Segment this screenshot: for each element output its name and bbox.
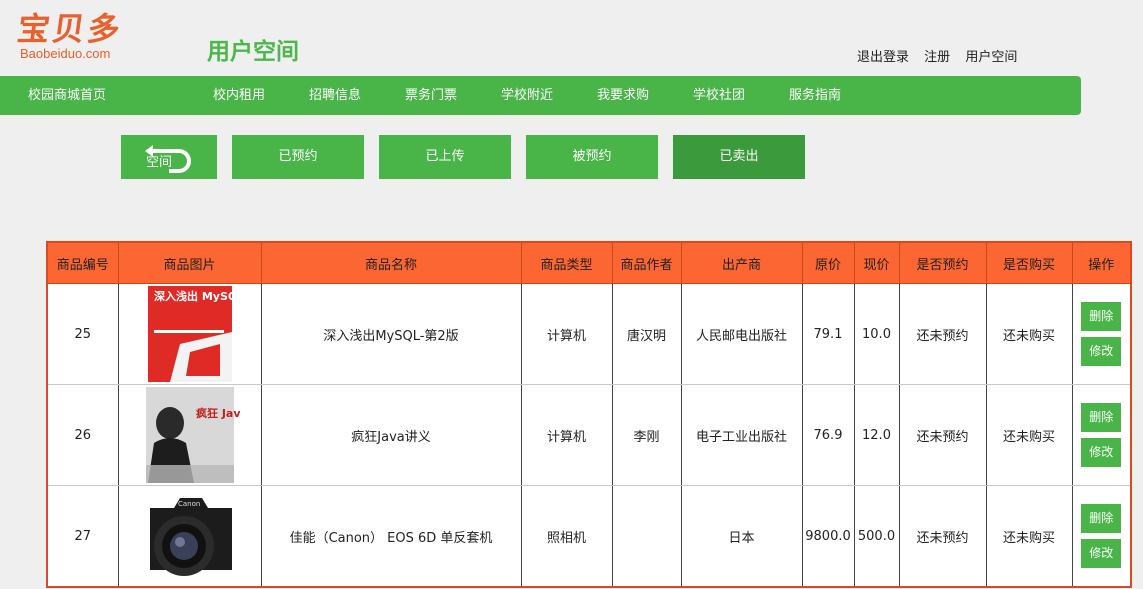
cell-orig-price: 9800.0 (801, 485, 855, 588)
tab-sold[interactable]: 已卖出 (673, 135, 805, 179)
logout-link[interactable]: 退出登录 (857, 50, 909, 65)
nav-tickets[interactable]: 票务门票 (405, 76, 457, 115)
header-maker: 出产商 (680, 241, 803, 284)
nav-home[interactable]: 校园商城首页 (28, 76, 106, 115)
mysql-book-cover-image: 深入浅出 MySQL (139, 284, 240, 384)
cell-reserved: 还未预约 (898, 485, 987, 588)
cell-maker: 人民邮电出版社 (680, 283, 803, 385)
nav-service-guide[interactable]: 服务指南 (789, 76, 841, 115)
header-actions: 操作 (1071, 241, 1132, 284)
cell-maker: 电子工业出版社 (680, 384, 803, 486)
cell-author (611, 485, 682, 588)
cell-price: 500.0 (853, 485, 900, 588)
cell-name: 深入浅出MySQL-第2版 (260, 283, 522, 385)
cell-reserved: 还未预约 (898, 283, 987, 385)
cell-maker: 日本 (680, 485, 803, 588)
header-price: 现价 (853, 241, 900, 284)
cell-orig-price: 79.1 (801, 283, 855, 385)
top-links: 退出登录 注册 用户空间 (857, 46, 1028, 65)
delete-button[interactable]: 删除 (1081, 302, 1122, 331)
edit-button[interactable]: 修改 (1081, 438, 1122, 467)
svg-text:疯狂 Java讲义: 疯狂 Java讲义 (196, 406, 240, 420)
cell-id: 25 (46, 283, 119, 385)
nav-wanted[interactable]: 我要求购 (597, 76, 649, 115)
cell-orig-price: 76.9 (801, 384, 855, 486)
cell-id: 27 (46, 485, 119, 588)
cell-actions: 删除 修改 (1071, 384, 1132, 486)
java-book-cover-image: 疯狂 Java讲义 (139, 385, 240, 485)
header-orig-price: 原价 (801, 241, 855, 284)
header-id: 商品编号 (46, 241, 119, 284)
svg-text:深入浅出 MySQL: 深入浅出 MySQL (154, 289, 240, 303)
logo-english-text: Baobeiduo.com (20, 46, 111, 61)
header-reserved: 是否预约 (898, 241, 987, 284)
logo-chinese-text: 宝贝多 (15, 10, 126, 48)
header-image: 商品图片 (117, 241, 262, 284)
site-logo[interactable]: 宝贝多 Baobeiduo.com (15, 4, 148, 61)
cell-author: 李刚 (611, 384, 682, 486)
cell-actions: 删除 修改 (1071, 485, 1132, 588)
cell-price: 10.0 (853, 283, 900, 385)
header-bought: 是否购买 (985, 241, 1073, 284)
cell-type: 计算机 (520, 384, 613, 486)
nav-clubs[interactable]: 学校社团 (693, 76, 745, 115)
tab-being-reserved[interactable]: 被预约 (526, 135, 658, 179)
cell-name: 佳能（Canon） EOS 6D 单反套机 (260, 485, 522, 588)
nav-nearby[interactable]: 学校附近 (501, 76, 553, 115)
header-name: 商品名称 (260, 241, 522, 284)
goods-table: 商品编号 商品图片 商品名称 商品类型 商品作者 出产商 原价 现价 是否预约 … (46, 241, 1132, 588)
table-header-row: 商品编号 商品图片 商品名称 商品类型 商品作者 出产商 原价 现价 是否预约 … (46, 241, 1132, 284)
header-author: 商品作者 (611, 241, 682, 284)
cell-bought: 还未购买 (985, 283, 1073, 385)
nav-jobs[interactable]: 招聘信息 (309, 76, 361, 115)
svg-text:Canon: Canon (178, 500, 200, 508)
header-type: 商品类型 (520, 241, 613, 284)
cell-id: 26 (46, 384, 119, 486)
cell-bought: 还未购买 (985, 384, 1073, 486)
back-button-label: 空间 (146, 155, 173, 170)
tab-uploaded[interactable]: 已上传 (379, 135, 511, 179)
cell-author: 唐汉明 (611, 283, 682, 385)
cell-price: 12.0 (853, 384, 900, 486)
table-row: 27 Canon 佳能（Canon） EOS 6D 单反套机 照相机 日本 98… (46, 485, 1132, 588)
cell-bought: 还未购买 (985, 485, 1073, 588)
edit-button[interactable]: 修改 (1081, 337, 1122, 366)
canon-camera-image: Canon (139, 486, 240, 586)
register-link[interactable]: 注册 (924, 50, 950, 65)
cell-name: 疯狂Java讲义 (260, 384, 522, 486)
main-navbar: 校园商城首页 校内租用 招聘信息 票务门票 学校附近 我要求购 学校社团 服务指… (0, 76, 1081, 115)
cell-reserved: 还未预约 (898, 384, 987, 486)
user-space-link[interactable]: 用户空间 (965, 50, 1017, 65)
cell-type: 照相机 (520, 485, 613, 588)
table-row: 25 深入浅出 MySQL 深入浅出MySQL-第2版 计算机 唐汉明 人民邮电… (46, 283, 1132, 385)
nav-rental[interactable]: 校内租用 (213, 76, 265, 115)
table-row: 26 疯狂 Java讲义 疯狂Java讲义 计算机 李刚 电子工业出版社 76 (46, 384, 1132, 486)
tab-reserved[interactable]: 已预约 (232, 135, 364, 179)
page-title: 用户空间 (207, 39, 299, 65)
back-to-space-button[interactable]: 空间 (121, 135, 217, 179)
edit-button[interactable]: 修改 (1081, 539, 1122, 568)
cell-type: 计算机 (520, 283, 613, 385)
delete-button[interactable]: 删除 (1081, 403, 1122, 432)
delete-button[interactable]: 删除 (1081, 504, 1122, 533)
cell-actions: 删除 修改 (1071, 283, 1132, 385)
